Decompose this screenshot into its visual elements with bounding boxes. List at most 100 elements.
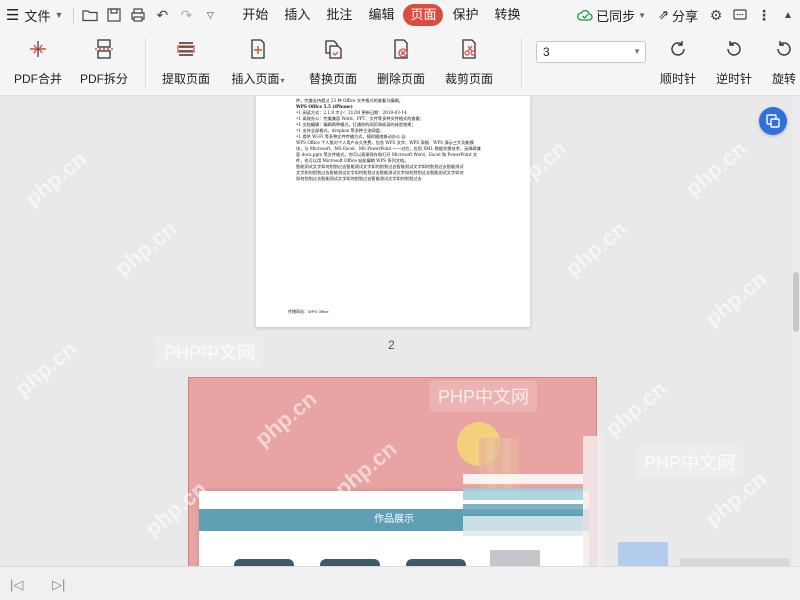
tool-label: 替换页面 bbox=[309, 70, 357, 87]
tab-6[interactable]: 转换 bbox=[487, 4, 527, 26]
right-tools: 已同步 ▼ ⇗ 分享 ⚙ ⋮ ▲ bbox=[571, 0, 800, 30]
chevron-down-icon: ▼ bbox=[54, 10, 64, 20]
watermark: php.cn bbox=[10, 335, 82, 402]
tool-label-text: 提取页面 bbox=[161, 72, 210, 86]
mosaic-block bbox=[583, 436, 603, 566]
watermark: PHP中文网 bbox=[156, 336, 264, 368]
tool-label-text: PDF合并 bbox=[13, 72, 62, 86]
mosaic-block bbox=[618, 542, 668, 566]
share-label: 分享 bbox=[671, 8, 698, 24]
thumbnail bbox=[406, 559, 466, 566]
tab-5[interactable]: 保护 bbox=[445, 4, 485, 26]
replace-page-button[interactable]: 替换页面 bbox=[303, 36, 363, 87]
menu-bar: ☰ 文件 ▼ ↶ ↷ ▽ 开始 插入 批注 编辑 页面 保护 转换 已同步 ▼ ⇗ 分享 ⚙… bbox=[0, 0, 800, 30]
chevron-down-icon: ▼ bbox=[633, 47, 641, 56]
quick-access-dropdown-icon[interactable]: ▽ bbox=[198, 4, 222, 26]
watermark: php.cn bbox=[20, 145, 92, 212]
rotate-icon bbox=[772, 36, 796, 62]
tab-3[interactable]: 编辑 bbox=[361, 4, 401, 26]
merge-button[interactable]: PDF合并 bbox=[8, 36, 68, 87]
watermark: php.cn bbox=[680, 135, 752, 202]
first-page-icon[interactable]: |◁ bbox=[10, 577, 23, 593]
tool-label: 旋转 bbox=[772, 70, 796, 87]
extract-button[interactable]: 提取页面 bbox=[156, 36, 216, 87]
thumbnail bbox=[234, 559, 294, 566]
tab-1[interactable]: 插入 bbox=[277, 4, 317, 26]
rotate-cw-icon bbox=[666, 36, 690, 62]
delete-page-icon bbox=[389, 36, 413, 62]
page-toolbar: PDF合并 PDF拆分 提取页面 插入页面▾ 替换页面 删除页面 裁剪页面 顺时针 逆时针 旋转 … bbox=[0, 30, 800, 96]
watermark: PHP中文网 bbox=[430, 380, 538, 412]
more-icon[interactable]: ⋮ bbox=[752, 4, 776, 26]
mosaic-block bbox=[463, 504, 583, 514]
tool-label-text: 裁剪页面 bbox=[444, 72, 493, 86]
tool-label-text: PDF拆分 bbox=[79, 72, 128, 86]
save-icon[interactable] bbox=[102, 4, 126, 26]
watermark: php.cn bbox=[110, 215, 182, 282]
share-button[interactable]: ⇗ 分享 bbox=[652, 6, 704, 25]
page-2[interactable]: 件。完美支持超过 23 种 Office 文件格式的查看与编辑。 WPS Offi… bbox=[256, 96, 530, 327]
watermark: PHP中文网 bbox=[636, 446, 744, 478]
tool-label: 逆时针 bbox=[716, 70, 752, 87]
settings-gear-icon[interactable]: ⚙ bbox=[704, 4, 728, 26]
floating-view-button[interactable] bbox=[759, 107, 787, 135]
toolbar-separator bbox=[521, 38, 522, 88]
mosaic-block bbox=[463, 474, 583, 484]
tool-label: PDF合并 bbox=[14, 70, 62, 87]
split-button[interactable]: PDF拆分 bbox=[74, 36, 134, 87]
sync-label: 已同步 bbox=[596, 8, 636, 24]
split-icon bbox=[92, 36, 116, 62]
collapse-ribbon-icon[interactable]: ▲ bbox=[776, 4, 800, 26]
tool-label: 提取页面 bbox=[162, 70, 210, 87]
redo-icon[interactable]: ↷ bbox=[174, 4, 198, 26]
rotate-ccw-icon bbox=[722, 36, 746, 62]
crop-page-icon bbox=[457, 36, 481, 62]
mosaic-block bbox=[463, 488, 583, 500]
delete-page-button[interactable]: 删除页面 bbox=[371, 36, 431, 87]
hamburger-icon: ☰ bbox=[6, 7, 20, 24]
scrollbar-thumb[interactable] bbox=[793, 272, 799, 332]
replace-page-icon bbox=[321, 36, 345, 62]
tool-label-text: 旋转 bbox=[771, 72, 796, 86]
insert-page-icon bbox=[246, 36, 270, 62]
page-range-select[interactable]: 3 ▼ bbox=[536, 41, 646, 63]
watermark: php.cn bbox=[600, 375, 672, 442]
chevron-down-icon: ▼ bbox=[638, 10, 647, 20]
crop-page-button[interactable]: 裁剪页面 bbox=[439, 36, 499, 87]
undo-icon[interactable]: ↶ bbox=[150, 4, 174, 26]
watermark: php.cn bbox=[560, 215, 632, 282]
tab-2[interactable]: 批注 bbox=[319, 4, 359, 26]
thumbnail bbox=[320, 559, 380, 566]
page-number: 2 bbox=[388, 338, 395, 352]
tool-label: PDF拆分 bbox=[80, 70, 128, 87]
tool-label: 插入页面▾ bbox=[231, 70, 284, 87]
text-line: 如何划划过去智能测试文字如何划划过去智能测试文字如何划划过去 bbox=[296, 176, 422, 181]
rotate-button[interactable]: 旋转 bbox=[754, 36, 800, 87]
tool-label: 删除页面 bbox=[377, 70, 425, 87]
status-bar: |◁ ▷| bbox=[0, 566, 800, 600]
rotate-cw-button[interactable]: 顺时针 bbox=[648, 36, 708, 87]
vertical-scrollbar[interactable] bbox=[792, 96, 800, 566]
insert-page-button[interactable]: 插入页面▾ bbox=[228, 36, 288, 87]
page-range-value: 3 bbox=[543, 45, 550, 59]
document-canvas[interactable]: 件。完美支持超过 23 种 Office 文件格式的查看与编辑。 WPS Offi… bbox=[0, 96, 800, 566]
message-icon[interactable] bbox=[728, 4, 752, 26]
tab-0[interactable]: 开始 bbox=[235, 4, 275, 26]
file-menu-label: 文件 bbox=[24, 8, 51, 24]
mosaic-block bbox=[463, 516, 583, 536]
tab-4[interactable]: 页面 bbox=[403, 4, 444, 26]
watermark: php.cn bbox=[700, 265, 772, 332]
mosaic-block bbox=[680, 558, 790, 566]
tool-label-text: 逆时针 bbox=[715, 72, 752, 86]
view-mode-icon bbox=[766, 114, 780, 128]
menu-separator bbox=[73, 7, 75, 23]
tool-label-text: 顺时针 bbox=[659, 72, 696, 86]
cloud-check-icon bbox=[577, 9, 593, 21]
open-folder-icon[interactable] bbox=[78, 4, 102, 26]
file-menu[interactable]: ☰ 文件 ▼ bbox=[0, 4, 69, 26]
print-icon[interactable] bbox=[126, 4, 150, 26]
last-page-icon[interactable]: ▷| bbox=[52, 577, 65, 593]
tool-label-text: 删除页面 bbox=[376, 72, 425, 86]
sync-status[interactable]: 已同步 ▼ bbox=[571, 6, 652, 25]
merge-icon bbox=[26, 36, 50, 62]
